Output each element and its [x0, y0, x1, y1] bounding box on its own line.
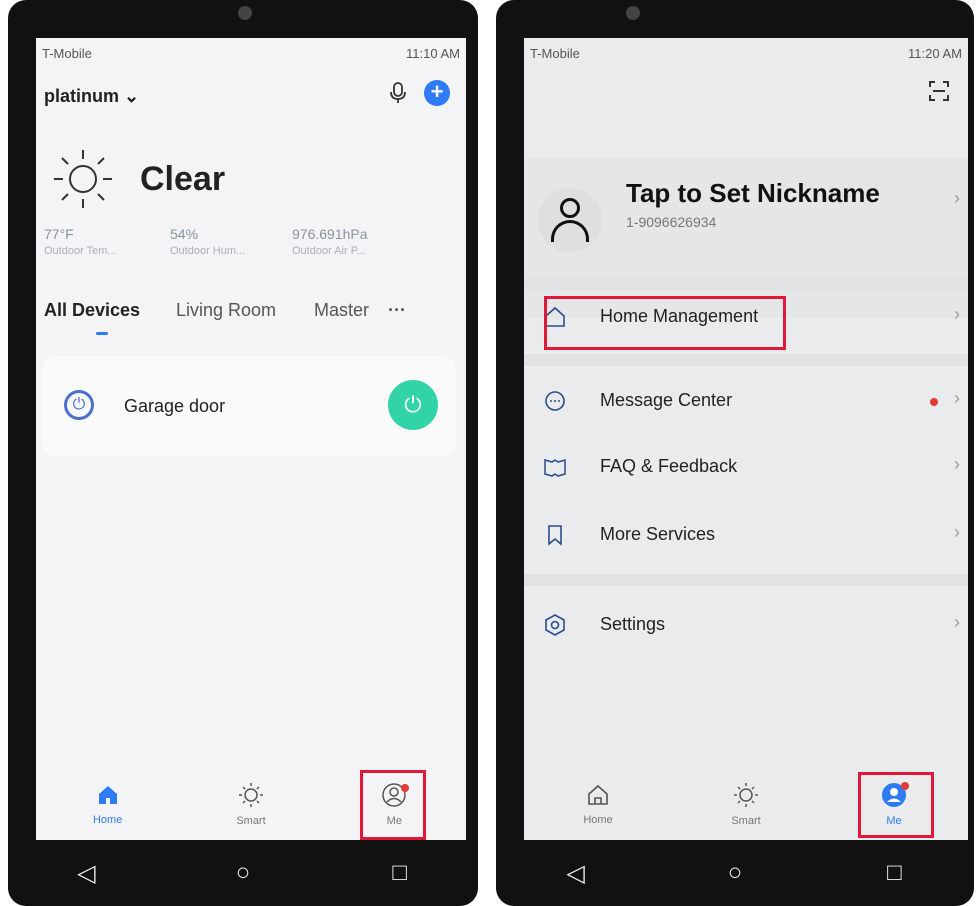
home-screen: T-Mobile 11:10 AM platinum ⌄ + Clear 77°…: [36, 38, 466, 840]
tab-label: Home: [92, 813, 123, 826]
divider: [524, 574, 968, 586]
tab-indicator: [96, 332, 108, 335]
bookmark-icon: [544, 524, 566, 546]
highlight-me-tab: [360, 770, 426, 840]
tab-smart[interactable]: Smart: [711, 782, 781, 827]
menu-label: More Services: [600, 524, 716, 544]
more-icon[interactable]: ···: [388, 300, 406, 321]
sun-icon: [711, 782, 781, 815]
microphone-icon[interactable]: [390, 82, 406, 110]
tab-smart[interactable]: Smart: [216, 782, 286, 827]
menu-label: Message Center: [600, 390, 733, 410]
clock: 11:20 AM: [908, 46, 962, 61]
home-outline-icon: [563, 783, 633, 814]
menu-message-center[interactable]: Message Center ›: [524, 374, 968, 430]
stat-pressure: 976.691hPa Outdoor Air P...: [292, 226, 368, 257]
status-bar: T-Mobile 11:10 AM: [42, 46, 460, 61]
home-selector[interactable]: platinum ⌄: [44, 86, 139, 107]
device-name: Garage door: [124, 396, 226, 416]
tab-all-devices[interactable]: All Devices: [44, 300, 140, 321]
notification-dot: [930, 398, 938, 406]
chat-icon: [544, 390, 566, 412]
stat-value: 54%: [170, 226, 199, 242]
back-icon[interactable]: ◁: [556, 859, 596, 888]
highlight-home-management: [544, 296, 786, 350]
stat-value: 976.691hPa: [292, 226, 368, 242]
stat-value: 77°F: [44, 226, 74, 242]
avatar[interactable]: [538, 188, 602, 252]
stat-label: Outdoor Air P...: [292, 245, 366, 257]
stat-label: Outdoor Hum...: [170, 245, 246, 257]
tab-home[interactable]: Home: [563, 783, 633, 826]
menu-label: FAQ & Feedback: [600, 456, 738, 476]
book-icon: [544, 456, 566, 478]
clock: 11:10 AM: [406, 46, 460, 61]
recents-icon[interactable]: □: [874, 859, 914, 887]
stat-humidity: 54% Outdoor Hum...: [170, 226, 245, 257]
device-card[interactable]: ⏻ Garage door ⏻: [42, 356, 456, 456]
phone-number: 1-9096626934: [626, 214, 717, 230]
chevron-right-icon: ›: [954, 304, 960, 324]
android-navbar: ◁ ○ □: [8, 840, 478, 906]
power-button[interactable]: ⏻: [388, 380, 438, 430]
scan-icon[interactable]: [928, 80, 950, 108]
tab-master[interactable]: Master: [314, 300, 369, 321]
add-icon[interactable]: +: [424, 80, 450, 106]
weather-condition: Clear: [140, 160, 226, 198]
phone-right: T-Mobile 11:20 AM Tap to Set Nickname › …: [496, 0, 974, 906]
tab-label: Smart: [731, 814, 761, 827]
settings-hex-icon: [544, 614, 566, 636]
chevron-right-icon: ›: [954, 454, 960, 474]
divider: [524, 278, 968, 290]
tab-home[interactable]: Home: [73, 783, 143, 826]
menu-settings[interactable]: Settings ›: [524, 598, 968, 654]
tab-label: Smart: [236, 814, 266, 827]
sun-icon: [216, 782, 286, 815]
highlight-me-tab: [858, 772, 934, 838]
sun-icon: [50, 146, 116, 212]
nickname-label[interactable]: Tap to Set Nickname: [626, 178, 880, 209]
me-screen: T-Mobile 11:20 AM Tap to Set Nickname › …: [524, 38, 968, 840]
divider: [524, 354, 968, 366]
recents-icon[interactable]: □: [380, 859, 420, 887]
chevron-right-icon: ›: [954, 522, 960, 542]
home-icon: [73, 783, 143, 814]
chevron-right-icon: ›: [954, 188, 960, 208]
menu-more-services[interactable]: More Services ›: [524, 508, 968, 564]
menu-label: Settings: [600, 614, 666, 634]
chevron-right-icon: ›: [954, 612, 960, 632]
android-navbar: ◁ ○ □: [496, 840, 974, 906]
carrier-label: T-Mobile: [42, 46, 92, 61]
stat-label: Outdoor Tem...: [44, 245, 117, 257]
menu-faq-feedback[interactable]: FAQ & Feedback ›: [524, 440, 968, 496]
camera-icon: [238, 6, 252, 20]
status-bar: T-Mobile 11:20 AM: [530, 46, 962, 61]
home-circle-icon[interactable]: ○: [223, 859, 263, 887]
phone-left: T-Mobile 11:10 AM platinum ⌄ + Clear 77°…: [8, 0, 478, 906]
back-icon[interactable]: ◁: [66, 859, 106, 888]
carrier-label: T-Mobile: [530, 46, 580, 61]
chevron-right-icon: ›: [954, 388, 960, 408]
camera-icon: [626, 6, 640, 20]
tab-living-room[interactable]: Living Room: [176, 300, 276, 321]
stat-temperature: 77°F Outdoor Tem...: [44, 226, 117, 257]
tab-label: Home: [583, 813, 613, 826]
power-icon: ⏻: [64, 390, 94, 420]
home-circle-icon[interactable]: ○: [715, 859, 755, 887]
